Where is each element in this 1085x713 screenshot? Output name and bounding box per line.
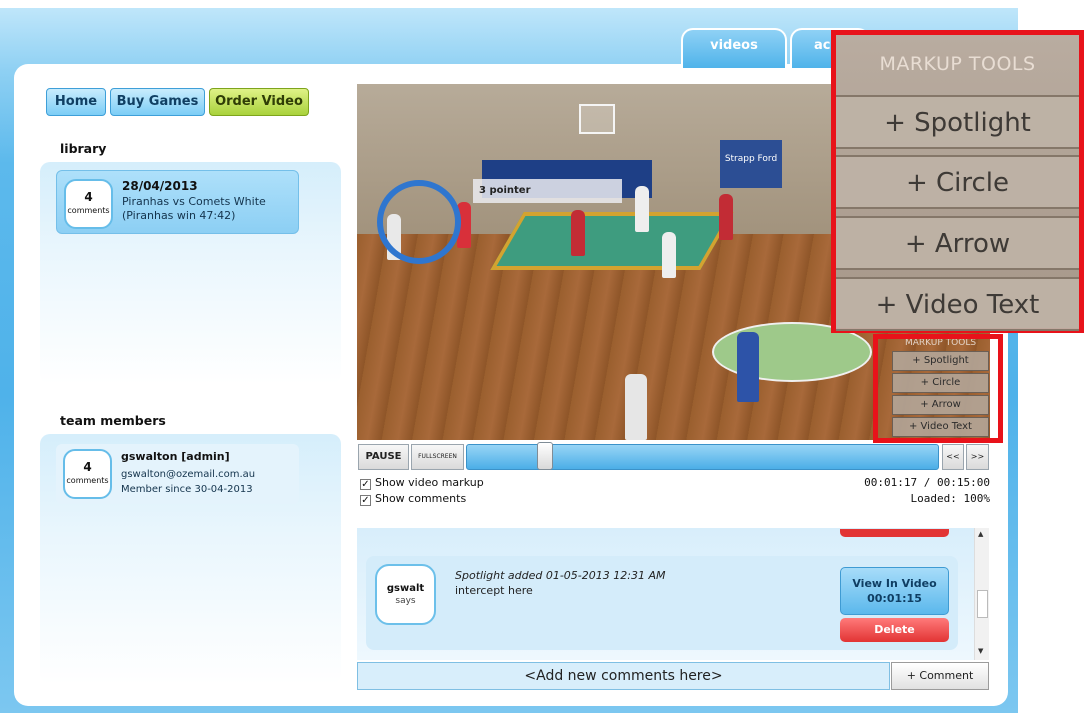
member-since: Member since 30-04-2013 (121, 484, 253, 495)
player-icon (719, 194, 733, 240)
spotlight-circle (377, 180, 461, 264)
rewind-button[interactable]: << (942, 444, 964, 470)
library-item-result: (Piranhas win 47:42) (122, 209, 236, 222)
view-in-video-label: View In Video (852, 577, 937, 590)
comment-count-badge: 4 comments (64, 179, 113, 229)
comment-count: 4 (84, 190, 93, 204)
view-in-video-time: 00:01:15 (867, 592, 922, 605)
previous-delete-button[interactable] (840, 529, 949, 537)
comment-count-label: comments (66, 476, 109, 485)
fullscreen-button[interactable]: FULLSCREEN (411, 444, 464, 470)
checkbox-icon[interactable]: ✓ (360, 495, 371, 506)
comment-says: says (395, 596, 416, 606)
sponsor-sign: Strapp Ford (720, 140, 782, 188)
library-item[interactable]: 4 comments 28/04/2013 Piranhas vs Comets… (56, 170, 299, 234)
referee-icon (625, 374, 647, 440)
video-text-overlay: 3 pointer (473, 179, 622, 203)
seek-bar[interactable] (466, 442, 939, 470)
add-comment-input[interactable]: <Add new comments here> (357, 662, 890, 690)
home-button[interactable]: Home (46, 88, 106, 116)
player-icon (737, 332, 759, 402)
forward-button[interactable]: >> (966, 444, 989, 470)
add-comment-button[interactable]: + Comment (891, 662, 989, 690)
seek-handle[interactable] (537, 442, 553, 470)
order-video-button[interactable]: Order Video (209, 88, 309, 116)
player-icon (635, 186, 649, 232)
comment-meta: Spotlight added 01-05-2013 12:31 AM (455, 569, 666, 582)
scroll-down-icon[interactable]: ▼ (978, 647, 983, 655)
zoom-arrow-button[interactable]: + Arrow (836, 216, 1079, 270)
show-markup-toggle[interactable]: ✓ Show video markup (360, 476, 484, 490)
comments-scrollbar[interactable]: ▲ ▼ (974, 528, 989, 660)
show-comments-toggle[interactable]: ✓ Show comments (360, 492, 466, 506)
zoom-spotlight-button[interactable]: + Spotlight (836, 95, 1079, 149)
player-icon (571, 210, 585, 256)
zoom-markup-title: MARKUP TOOLS (879, 53, 1036, 75)
comment-count: 4 (83, 460, 92, 474)
team-member-item[interactable]: 4 comments gswalton [admin] gswalton@oze… (56, 444, 299, 504)
comment-avatar: gswalt says (375, 564, 436, 625)
view-in-video-button[interactable]: View In Video 00:01:15 (840, 567, 949, 615)
checkbox-icon[interactable]: ✓ (360, 479, 371, 490)
tab-videos[interactable]: videos (681, 28, 787, 68)
comment-count-badge: 4 comments (63, 449, 112, 499)
show-markup-label: Show video markup (375, 476, 484, 489)
comment-text: intercept here (455, 584, 533, 597)
court-key (490, 212, 734, 270)
comment-count-label: comments (67, 206, 110, 215)
scroll-thumb[interactable] (977, 590, 988, 618)
player-icon (662, 232, 676, 278)
markup-highlight-box (873, 334, 1003, 443)
show-comments-label: Show comments (375, 492, 467, 505)
hoop-icon (579, 104, 615, 134)
member-name: gswalton [admin] (121, 450, 230, 463)
buy-games-button[interactable]: Buy Games (110, 88, 205, 116)
team-members-title: team members (60, 413, 166, 428)
library-item-title: Piranhas vs Comets White (122, 195, 266, 208)
zoom-video-text-button[interactable]: + Video Text (836, 277, 1079, 331)
library-item-date: 28/04/2013 (122, 179, 198, 193)
scroll-up-icon[interactable]: ▲ (978, 530, 983, 538)
loaded-readout: Loaded: 100% (910, 492, 990, 505)
member-email: gswalton@ozemail.com.au (121, 469, 256, 480)
markup-tools-zoom-callout: MARKUP TOOLS + Spotlight + Circle + Arro… (831, 30, 1084, 333)
zoom-circle-button[interactable]: + Circle (836, 155, 1079, 209)
library-title: library (60, 141, 107, 156)
delete-comment-button[interactable]: Delete (840, 618, 949, 642)
time-readout: 00:01:17 / 00:15:00 (864, 476, 990, 489)
pause-button[interactable]: PAUSE (358, 444, 409, 470)
comment-user: gswalt (386, 583, 425, 594)
